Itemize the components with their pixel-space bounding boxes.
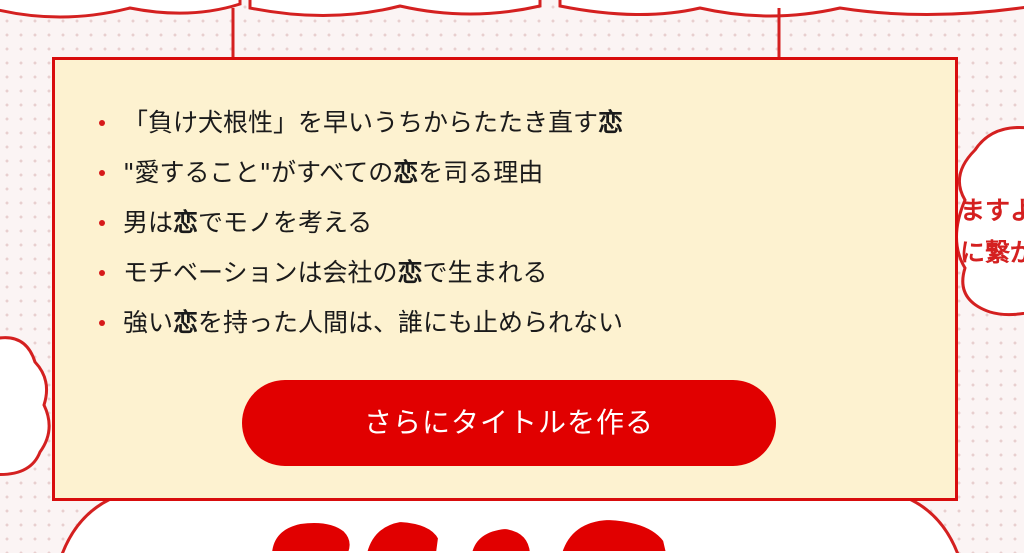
title-keyword: 恋 xyxy=(393,158,419,187)
right-bubble-text: ますよ に繋が xyxy=(960,190,1024,274)
title-text-part: でモノを考える xyxy=(198,208,373,237)
title-text: モチベーションは会社の恋で生まれる xyxy=(123,258,548,287)
title-keyword: 恋 xyxy=(173,208,199,237)
list-item: モチベーションは会社の恋で生まれる xyxy=(99,248,623,298)
generated-titles-list: 「負け犬根性」を早いうちからたたき直す恋 "愛すること"がすべての恋を司る理由 … xyxy=(99,98,623,348)
bullet-icon xyxy=(99,270,105,276)
title-text: 男は恋でモノを考える xyxy=(123,208,372,237)
bullet-icon xyxy=(99,320,105,326)
title-text-part: を司る理由 xyxy=(418,158,544,187)
right-bubble-line: ますよ xyxy=(960,196,1024,225)
list-item: 「負け犬根性」を早いうちからたたき直す恋 xyxy=(99,98,623,148)
title-keyword: 恋 xyxy=(173,308,199,337)
title-text-part: 男は xyxy=(123,208,174,237)
top-cloud-bubble-middle xyxy=(248,0,542,18)
bullet-icon xyxy=(99,220,105,226)
right-bubble-line: に繋が xyxy=(960,238,1024,267)
bullet-icon xyxy=(99,170,105,176)
more-titles-button[interactable]: さらにタイトルを作る xyxy=(242,380,776,466)
title-text: "愛すること"がすべての恋を司る理由 xyxy=(123,158,543,187)
top-cloud-bubble-right xyxy=(558,0,1024,18)
title-text: 「負け犬根性」を早いうちからたたき直す恋 xyxy=(123,108,623,137)
title-text-part: モチベーションは会社の xyxy=(123,258,398,287)
more-titles-button-label: さらにタイトルを作る xyxy=(363,406,654,439)
title-text-part: で生まれる xyxy=(422,258,548,287)
title-text: 強い恋を持った人間は、誰にも止められない xyxy=(123,308,623,337)
title-text-part: 強い xyxy=(123,308,174,337)
left-cloud-bubble xyxy=(0,336,51,477)
generated-titles-panel: 「負け犬根性」を早いうちからたたき直す恋 "愛すること"がすべての恋を司る理由 … xyxy=(52,57,958,501)
list-item: "愛すること"がすべての恋を司る理由 xyxy=(99,148,623,198)
list-item: 強い恋を持った人間は、誰にも止められない xyxy=(99,298,623,348)
title-text-part: 「負け犬根性」を早いうちからたたき直す xyxy=(123,108,599,137)
title-keyword: 恋 xyxy=(397,258,423,287)
title-keyword: 恋 xyxy=(598,108,624,137)
title-text-part: を持った人間は、誰にも止められない xyxy=(198,308,624,337)
bullet-icon xyxy=(99,120,105,126)
list-item: 男は恋でモノを考える xyxy=(99,198,623,248)
title-text-part: "愛すること"がすべての xyxy=(123,158,394,187)
top-cloud-bubble-left xyxy=(0,0,242,19)
